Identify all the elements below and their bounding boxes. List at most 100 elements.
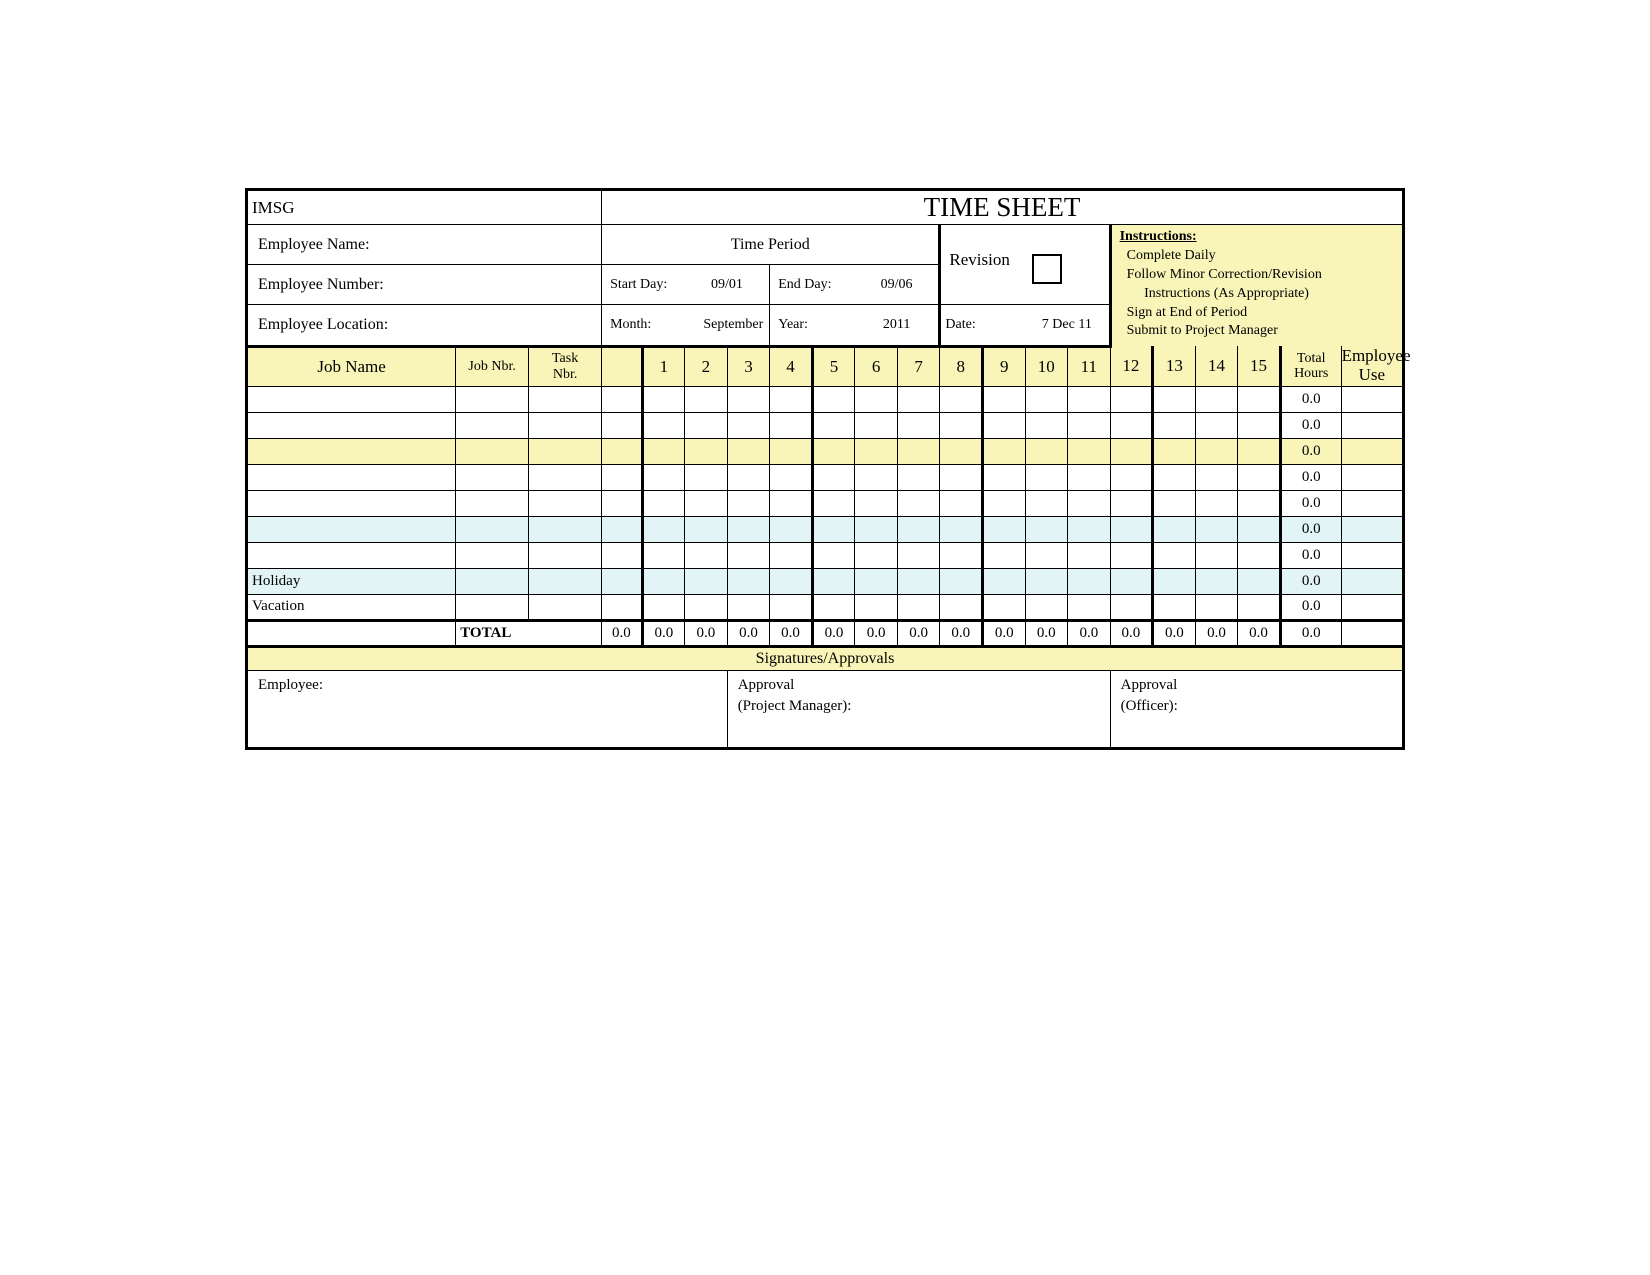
hours-cell[interactable]	[940, 464, 983, 490]
spacer-cell[interactable]	[602, 386, 643, 412]
job-name-cell[interactable]	[248, 542, 456, 568]
task-nbr-cell[interactable]	[529, 490, 602, 516]
hours-cell[interactable]	[727, 386, 770, 412]
hours-cell[interactable]	[770, 516, 813, 542]
hours-cell[interactable]	[1068, 386, 1111, 412]
hours-cell[interactable]	[982, 464, 1025, 490]
hours-cell[interactable]	[1025, 594, 1068, 620]
task-nbr-cell[interactable]	[529, 412, 602, 438]
hours-cell[interactable]	[982, 386, 1025, 412]
hours-cell[interactable]	[642, 542, 685, 568]
hours-cell[interactable]	[727, 438, 770, 464]
hours-cell[interactable]	[812, 464, 855, 490]
hours-cell[interactable]	[1110, 490, 1153, 516]
task-nbr-cell[interactable]	[529, 386, 602, 412]
employee-use-cell[interactable]	[1341, 594, 1402, 620]
hours-cell[interactable]	[727, 412, 770, 438]
job-nbr-cell[interactable]	[456, 516, 529, 542]
sig-employee[interactable]: Employee:	[248, 670, 727, 747]
hours-cell[interactable]	[897, 516, 940, 542]
hours-cell[interactable]	[685, 438, 728, 464]
hours-cell[interactable]	[1068, 438, 1111, 464]
hours-cell[interactable]	[940, 438, 983, 464]
task-nbr-cell[interactable]	[529, 438, 602, 464]
hours-cell[interactable]	[940, 568, 983, 594]
job-name-cell[interactable]	[248, 490, 456, 516]
hours-cell[interactable]	[1025, 490, 1068, 516]
spacer-cell[interactable]	[602, 516, 643, 542]
spacer-cell[interactable]	[602, 438, 643, 464]
hours-cell[interactable]	[685, 386, 728, 412]
hours-cell[interactable]	[1238, 386, 1281, 412]
hours-cell[interactable]	[1110, 438, 1153, 464]
hours-cell[interactable]	[982, 412, 1025, 438]
job-name-cell[interactable]: Holiday	[248, 568, 456, 594]
hours-cell[interactable]	[1153, 438, 1196, 464]
hours-cell[interactable]	[855, 464, 898, 490]
hours-cell[interactable]	[1110, 412, 1153, 438]
hours-cell[interactable]	[1110, 386, 1153, 412]
hours-cell[interactable]	[812, 438, 855, 464]
job-name-cell[interactable]	[248, 464, 456, 490]
hours-cell[interactable]	[897, 490, 940, 516]
hours-cell[interactable]	[1068, 594, 1111, 620]
hours-cell[interactable]	[1238, 412, 1281, 438]
hours-cell[interactable]	[1025, 386, 1068, 412]
job-name-cell[interactable]: Vacation	[248, 594, 456, 620]
hours-cell[interactable]	[685, 594, 728, 620]
job-name-cell[interactable]	[248, 516, 456, 542]
hours-cell[interactable]	[982, 490, 1025, 516]
hours-cell[interactable]	[1153, 412, 1196, 438]
job-nbr-cell[interactable]	[456, 490, 529, 516]
hours-cell[interactable]	[1153, 464, 1196, 490]
hours-cell[interactable]	[855, 516, 898, 542]
job-nbr-cell[interactable]	[456, 464, 529, 490]
spacer-cell[interactable]	[602, 594, 643, 620]
hours-cell[interactable]	[642, 464, 685, 490]
hours-cell[interactable]	[1153, 386, 1196, 412]
hours-cell[interactable]	[855, 542, 898, 568]
employee-use-cell[interactable]	[1341, 490, 1402, 516]
hours-cell[interactable]	[897, 386, 940, 412]
hours-cell[interactable]	[685, 516, 728, 542]
job-nbr-cell[interactable]	[456, 594, 529, 620]
hours-cell[interactable]	[642, 594, 685, 620]
job-nbr-cell[interactable]	[456, 568, 529, 594]
hours-cell[interactable]	[1025, 516, 1068, 542]
employee-use-cell[interactable]	[1341, 516, 1402, 542]
hours-cell[interactable]	[770, 386, 813, 412]
hours-cell[interactable]	[1195, 516, 1238, 542]
hours-cell[interactable]	[1068, 542, 1111, 568]
task-nbr-cell[interactable]	[529, 516, 602, 542]
hours-cell[interactable]	[642, 490, 685, 516]
task-nbr-cell[interactable]	[529, 594, 602, 620]
hours-cell[interactable]	[1195, 542, 1238, 568]
hours-cell[interactable]	[642, 516, 685, 542]
hours-cell[interactable]	[1195, 438, 1238, 464]
hours-cell[interactable]	[812, 412, 855, 438]
hours-cell[interactable]	[1025, 438, 1068, 464]
hours-cell[interactable]	[1195, 568, 1238, 594]
hours-cell[interactable]	[1238, 594, 1281, 620]
hours-cell[interactable]	[642, 568, 685, 594]
employee-use-cell[interactable]	[1341, 464, 1402, 490]
spacer-cell[interactable]	[602, 490, 643, 516]
hours-cell[interactable]	[727, 490, 770, 516]
hours-cell[interactable]	[812, 516, 855, 542]
hours-cell[interactable]	[855, 438, 898, 464]
spacer-cell[interactable]	[602, 464, 643, 490]
job-nbr-cell[interactable]	[456, 542, 529, 568]
hours-cell[interactable]	[1238, 490, 1281, 516]
hours-cell[interactable]	[770, 438, 813, 464]
revision-box[interactable]	[1032, 254, 1062, 284]
hours-cell[interactable]	[1153, 542, 1196, 568]
hours-cell[interactable]	[1110, 464, 1153, 490]
job-nbr-cell[interactable]	[456, 386, 529, 412]
hours-cell[interactable]	[812, 542, 855, 568]
hours-cell[interactable]	[1025, 542, 1068, 568]
hours-cell[interactable]	[982, 516, 1025, 542]
task-nbr-cell[interactable]	[529, 542, 602, 568]
hours-cell[interactable]	[727, 542, 770, 568]
hours-cell[interactable]	[897, 412, 940, 438]
hours-cell[interactable]	[1195, 386, 1238, 412]
